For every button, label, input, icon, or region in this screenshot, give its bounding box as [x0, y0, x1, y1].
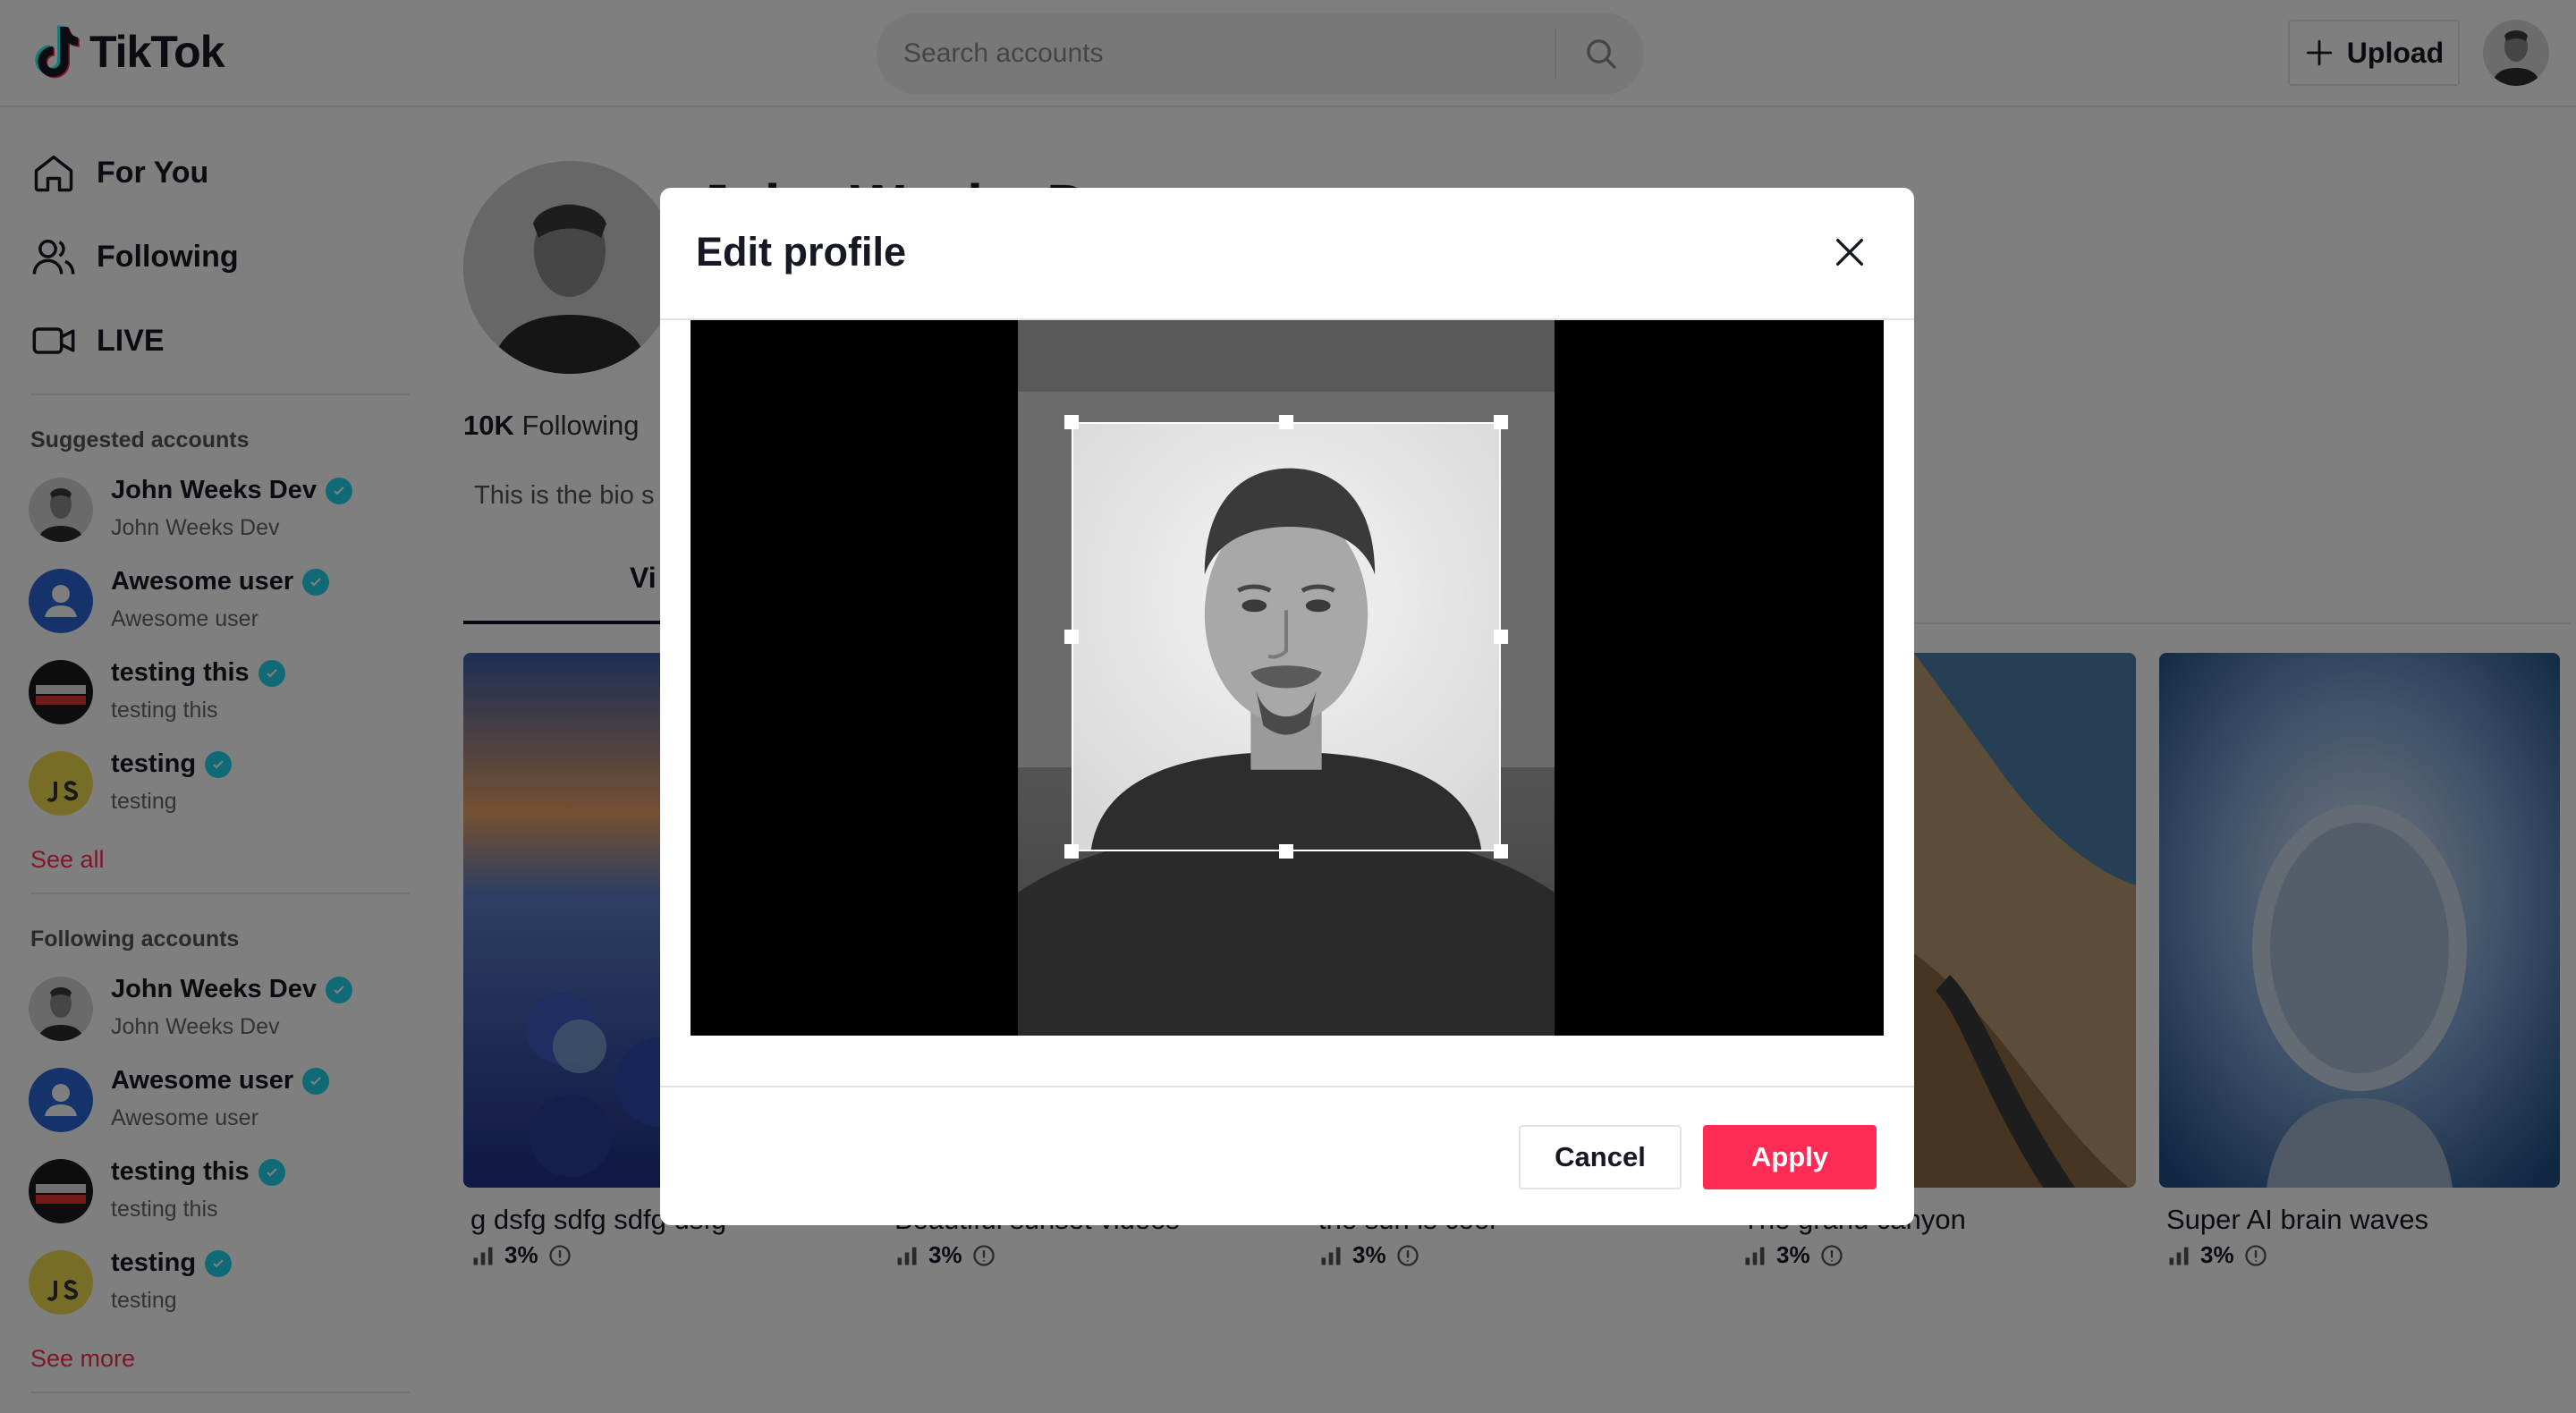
- crop-handle-top-right[interactable]: [1494, 415, 1508, 429]
- crop-handle-bottom[interactable]: [1279, 844, 1293, 859]
- crop-handle-bottom-right[interactable]: [1494, 844, 1508, 859]
- crop-selection[interactable]: [1072, 422, 1501, 851]
- crop-handle-bottom-left[interactable]: [1064, 844, 1079, 859]
- crop-handle-top-left[interactable]: [1064, 415, 1079, 429]
- apply-button[interactable]: Apply: [1703, 1125, 1877, 1189]
- image-cropper: [691, 320, 1884, 1036]
- crop-handle-right[interactable]: [1494, 630, 1508, 644]
- close-icon: [1836, 239, 1863, 266]
- crop-handle-top[interactable]: [1279, 415, 1293, 429]
- modal-title: Edit profile: [696, 229, 906, 275]
- close-button[interactable]: [1825, 227, 1875, 277]
- edit-profile-modal: Edit profile Cancel Apply: [660, 188, 1914, 1225]
- cropped-face-image: [1073, 424, 1499, 850]
- crop-handle-left[interactable]: [1064, 630, 1079, 644]
- modal-divider: [660, 1086, 1914, 1087]
- cancel-button[interactable]: Cancel: [1519, 1125, 1682, 1189]
